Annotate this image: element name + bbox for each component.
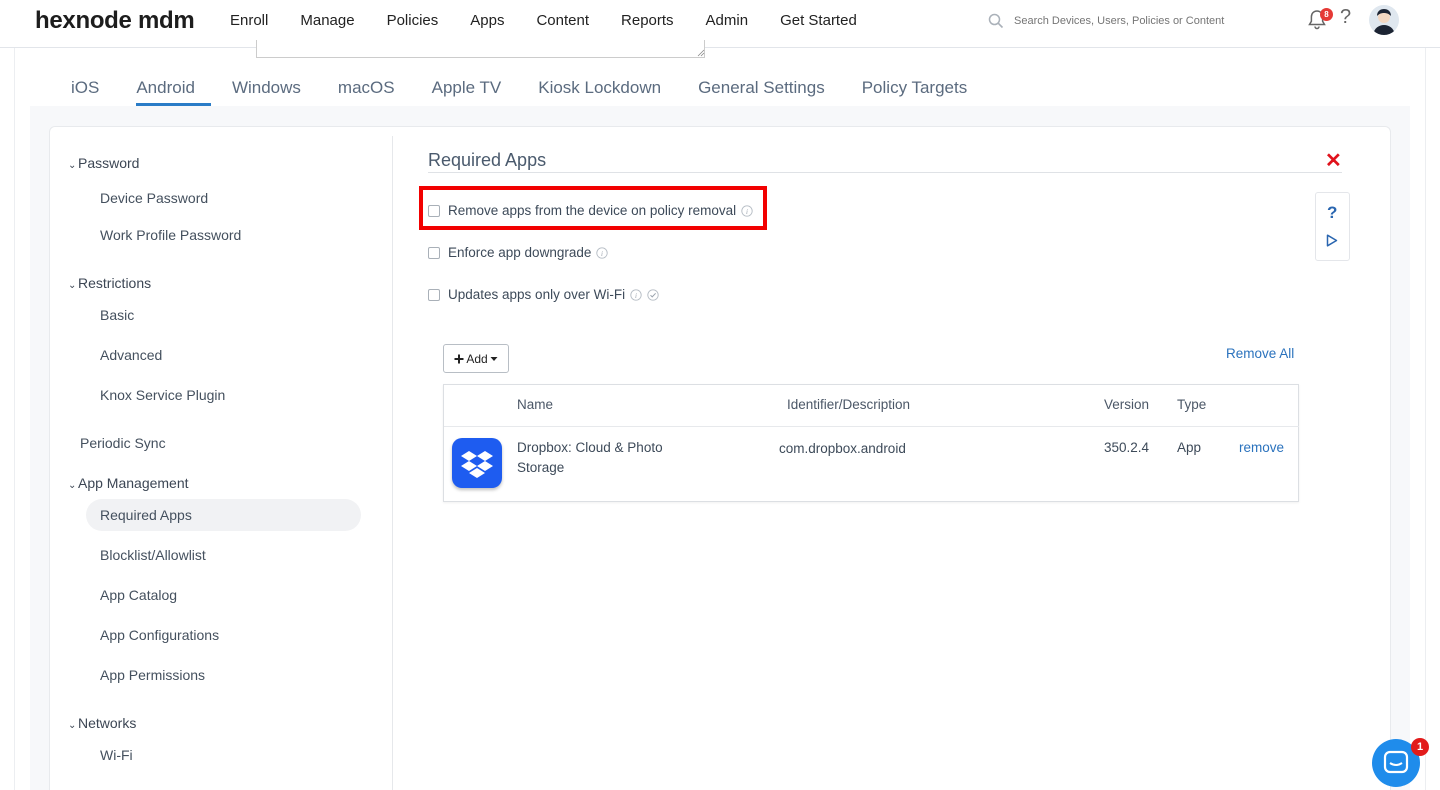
- sidebar-item-app-permissions[interactable]: App Permissions: [100, 667, 205, 683]
- tab-kiosk-lockdown[interactable]: Kiosk Lockdown: [522, 68, 677, 104]
- svg-text:i: i: [746, 208, 748, 216]
- column-header-version: Version: [1104, 397, 1150, 412]
- close-icon[interactable]: ✕: [1325, 148, 1342, 173]
- app-name-line2: Storage: [517, 460, 565, 475]
- plus-icon: [454, 354, 464, 363]
- caret-down-icon: [490, 356, 498, 361]
- remove-all-link[interactable]: Remove All: [1226, 346, 1294, 361]
- resize-grip-icon[interactable]: [697, 49, 705, 57]
- sidebar-item-blocklist-allowlist[interactable]: Blocklist/Allowlist: [100, 547, 206, 563]
- sidebar-item-wifi[interactable]: Wi-Fi: [100, 747, 133, 763]
- sidebar-group-restrictions[interactable]: ⌄ Restrictions: [68, 275, 151, 291]
- add-button-label: Add: [466, 351, 488, 366]
- search-icon: [988, 13, 1004, 29]
- nav-get-started[interactable]: Get Started: [764, 0, 873, 48]
- tab-windows[interactable]: Windows: [216, 68, 317, 104]
- checkbox-remove-on-policy-removal[interactable]: [428, 204, 440, 217]
- tab-policy-targets[interactable]: Policy Targets: [846, 68, 984, 104]
- sidebar-group-label: Networks: [78, 715, 137, 731]
- tab-android[interactable]: Android: [120, 68, 211, 106]
- tab-general-settings[interactable]: General Settings: [682, 68, 841, 104]
- sidebar-item-app-catalog[interactable]: App Catalog: [100, 587, 177, 603]
- info-icon[interactable]: i: [741, 204, 753, 217]
- section-title: Required Apps: [428, 150, 547, 170]
- title-divider: [428, 172, 1342, 173]
- sidebar-item-app-configurations[interactable]: App Configurations: [100, 627, 219, 643]
- chat-badge: 1: [1411, 738, 1429, 756]
- sidebar-group-label: Password: [78, 155, 140, 171]
- chevron-down-icon: ⌄: [68, 480, 77, 491]
- option-remove-on-policy-removal: Remove apps from the device on policy re…: [428, 203, 753, 218]
- help-icon[interactable]: ?: [1327, 203, 1337, 223]
- tab-ios[interactable]: iOS: [55, 68, 115, 104]
- help-icon[interactable]: ?: [1340, 6, 1351, 29]
- user-avatar-icon: [1369, 5, 1399, 35]
- column-header-name: Name: [517, 397, 554, 412]
- play-icon[interactable]: [1326, 234, 1338, 247]
- dropbox-logo-icon: [461, 451, 493, 478]
- global-search: [988, 10, 1268, 32]
- option-wifi-only: Updates apps only over Wi-Fi i: [428, 287, 659, 302]
- checkbox-wifi-only[interactable]: [428, 288, 440, 301]
- app-name: Dropbox: Cloud & Photo: [517, 440, 663, 455]
- avatar[interactable]: [1369, 5, 1399, 35]
- search-input[interactable]: [1014, 15, 1254, 27]
- chevron-down-icon: ⌄: [68, 720, 77, 731]
- hexnode-logo[interactable]: hexnode mdm: [35, 7, 195, 35]
- svg-text:i: i: [635, 292, 637, 300]
- remove-app-link[interactable]: remove: [1239, 440, 1284, 455]
- sidebar-item-work-profile-password[interactable]: Work Profile Password: [100, 227, 241, 243]
- sidebar-item-required-apps[interactable]: Required Apps: [100, 507, 192, 523]
- checkbox-enforce-downgrade[interactable]: [428, 246, 440, 259]
- app-version: 350.2.4: [1104, 440, 1150, 455]
- sidebar-item-device-password[interactable]: Device Password: [100, 190, 208, 206]
- column-header-type: Type: [1177, 397, 1207, 412]
- notification-badge: 8: [1320, 8, 1333, 21]
- sidebar-group-password[interactable]: ⌄ Password: [68, 155, 139, 171]
- sidebar-group-app-management[interactable]: ⌄ App Management: [68, 475, 189, 491]
- description-textarea[interactable]: [256, 40, 705, 58]
- sidebar-item-basic[interactable]: Basic: [100, 307, 134, 323]
- app-identifier: com.dropbox.android: [779, 441, 906, 456]
- dropbox-icon: [452, 438, 502, 488]
- option-label: Enforce app downgrade: [448, 245, 592, 260]
- option-label: Remove apps from the device on policy re…: [448, 203, 737, 218]
- app-type: App: [1177, 440, 1202, 455]
- sidebar-group-label: App Management: [78, 475, 189, 491]
- table-header-divider: [444, 426, 1299, 427]
- column-header-identifier: Identifier/Description: [787, 397, 911, 412]
- svg-text:i: i: [601, 250, 603, 258]
- chevron-down-icon: ⌄: [68, 280, 77, 291]
- info-icon[interactable]: i: [630, 288, 642, 301]
- tab-apple-tv[interactable]: Apple TV: [416, 68, 518, 104]
- top-navbar: hexnode mdm Enroll Manage Policies Apps …: [0, 0, 1440, 48]
- option-label: Updates apps only over Wi-Fi: [448, 287, 626, 302]
- option-enforce-downgrade: Enforce app downgrade i: [428, 245, 609, 260]
- verified-check-icon: [647, 288, 659, 301]
- sidebar-group-networks[interactable]: ⌄ Networks: [68, 715, 136, 731]
- tab-macos[interactable]: macOS: [322, 68, 411, 104]
- chevron-down-icon: ⌄: [68, 160, 77, 171]
- sidebar-item-advanced[interactable]: Advanced: [100, 347, 162, 363]
- sidebar-item-periodic-sync[interactable]: Periodic Sync: [80, 435, 166, 451]
- platform-tabs: iOS Android Windows macOS Apple TV Kiosk…: [55, 68, 988, 106]
- info-icon[interactable]: i: [596, 246, 609, 259]
- sidebar-group-label: Restrictions: [78, 275, 152, 291]
- sidebar-item-knox-service-plugin[interactable]: Knox Service Plugin: [100, 387, 225, 403]
- add-button[interactable]: Add: [443, 344, 509, 373]
